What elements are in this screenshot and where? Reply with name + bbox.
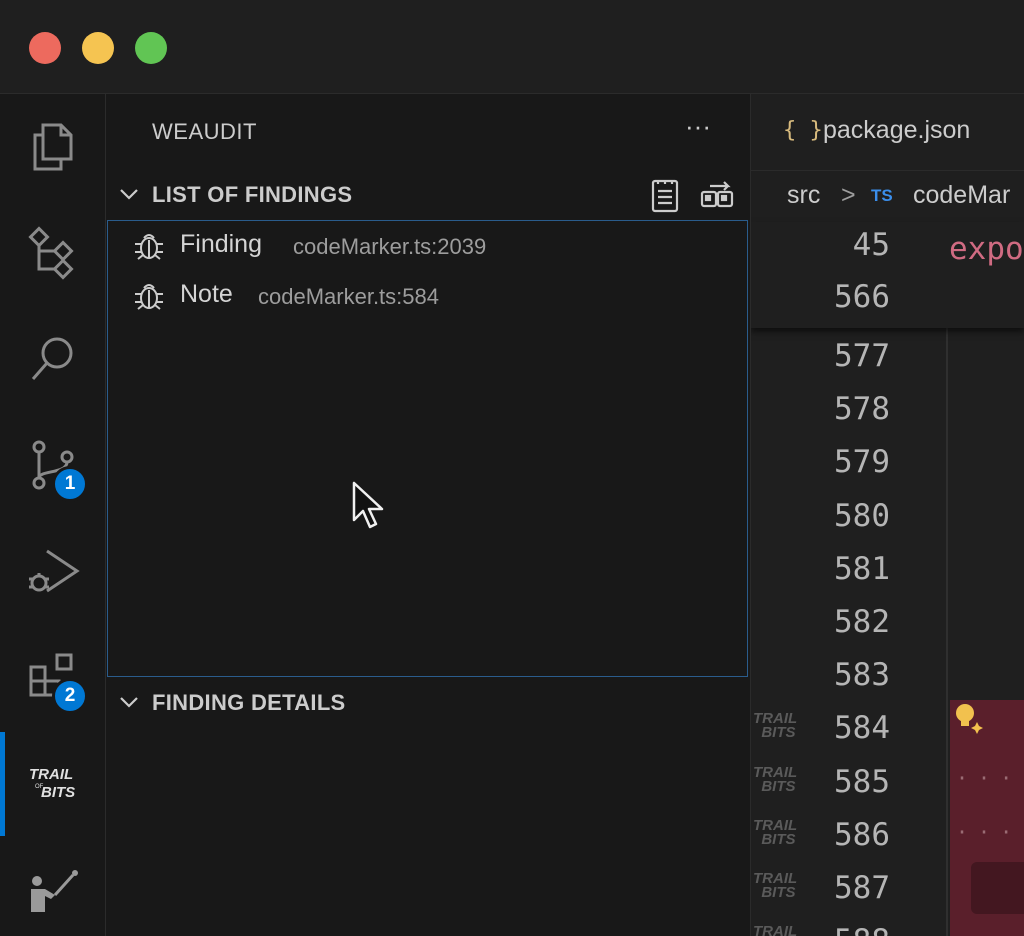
line-number: 582 (834, 604, 890, 640)
line-number: 586 (834, 816, 890, 853)
figure-icon[interactable] (22, 858, 84, 920)
trail-of-bits-logo-icon[interactable]: TRAIL BITS OF (22, 752, 84, 814)
active-indicator (0, 732, 5, 836)
trail-of-bits-gutter-icon: TRAIL BITS (753, 870, 798, 901)
finding-name: Note (180, 280, 233, 308)
files-icon[interactable] (22, 116, 84, 178)
run-debug-icon[interactable] (22, 540, 84, 602)
json-icon: { } (783, 118, 823, 143)
line-number: 579 (834, 444, 890, 481)
line-number: 587 (834, 870, 890, 906)
tab-title: package.json (823, 116, 971, 144)
toggle-view-icon[interactable] (698, 176, 736, 214)
trail-of-bits-gutter-icon: TRAIL BITS (753, 763, 798, 795)
list-of-findings-header[interactable]: LIST OF FINDINGS (106, 170, 751, 220)
line-number: 580 (834, 497, 890, 534)
chevron-down-icon (120, 189, 138, 200)
vscode-window: 1 2 TRAIL BITS OF WEAUDIT ··· LIST OF FI… (0, 0, 1024, 936)
finding-name: Finding (180, 230, 262, 258)
lightbulb-sparkle-icon[interactable] (951, 700, 985, 734)
finding-item[interactable]: Finding codeMarker.ts:2039 (108, 221, 746, 269)
finding-item[interactable]: Note codeMarker.ts:584 (108, 271, 746, 319)
finding-location: codeMarker.ts:2039 (293, 234, 487, 259)
highlight-dots: ····· (956, 820, 1024, 844)
line-number: 45 (852, 227, 890, 263)
report-icon[interactable] (646, 176, 684, 214)
activity-bar: 1 2 TRAIL BITS OF (0, 94, 106, 936)
line-number: 581 (834, 550, 890, 587)
findings-list: Finding codeMarker.ts:2039 Note codeMark… (107, 220, 748, 677)
title-bar (0, 0, 1024, 94)
tree-icon[interactable] (22, 222, 84, 284)
breadcrumb: src > TS codeMar (751, 170, 1024, 222)
source-control-badge: 1 (52, 466, 88, 502)
weaudit-sidebar: WEAUDIT ··· LIST OF FINDINGS Finding cod… (106, 94, 751, 936)
breadcrumb-separator: > (841, 181, 856, 209)
editor-group: { } package.json src > TS codeMar 45 566… (751, 94, 1024, 936)
line-number: 583 (834, 657, 890, 694)
trail-of-bits-gutter-icon: TRAIL BITS (753, 816, 798, 848)
trail-of-bits-gutter-icon: TRAIL BITS (753, 710, 798, 742)
chevron-down-icon (120, 697, 138, 708)
more-actions-icon[interactable]: ··· (680, 113, 716, 144)
mouse-pointer-icon (352, 481, 384, 529)
code-line: expo (949, 231, 1024, 267)
line-number: 588 (834, 923, 890, 936)
line-number: 577 (834, 338, 890, 374)
svg-text:OF: OF (35, 784, 44, 790)
highlight-inner (971, 862, 1024, 914)
finding-location: codeMarker.ts:584 (258, 284, 439, 309)
breadcrumb-folder[interactable]: src (787, 181, 820, 210)
zoom-window-button[interactable] (135, 32, 167, 64)
line-number: 584 (834, 710, 890, 747)
breadcrumb-file[interactable]: codeMar (913, 181, 1010, 210)
tab-package-json[interactable]: { } package.json (751, 94, 1024, 170)
extensions-badge: 2 (52, 678, 88, 714)
indent-guide (946, 328, 948, 936)
close-window-button[interactable] (29, 32, 61, 64)
bug-icon (135, 284, 163, 310)
trail-of-bits-gutter-icon: TRAIL BITS (753, 923, 798, 936)
highlight-dots: ····· (956, 766, 1024, 790)
line-number: 585 (834, 763, 890, 800)
bug-icon (135, 234, 163, 260)
typescript-icon: TS (871, 186, 893, 205)
line-number: 578 (834, 391, 890, 428)
line-number: 566 (834, 279, 890, 315)
svg-text:BITS: BITS (41, 784, 75, 801)
search-icon[interactable] (22, 328, 84, 390)
svg-text:TRAIL: TRAIL (29, 766, 73, 783)
finding-details-header[interactable]: FINDING DETAILS (106, 678, 751, 728)
section-label: FINDING DETAILS (152, 690, 346, 715)
minimize-window-button[interactable] (82, 32, 114, 64)
section-label: LIST OF FINDINGS (152, 182, 353, 207)
sidebar-title: WEAUDIT (152, 119, 257, 144)
